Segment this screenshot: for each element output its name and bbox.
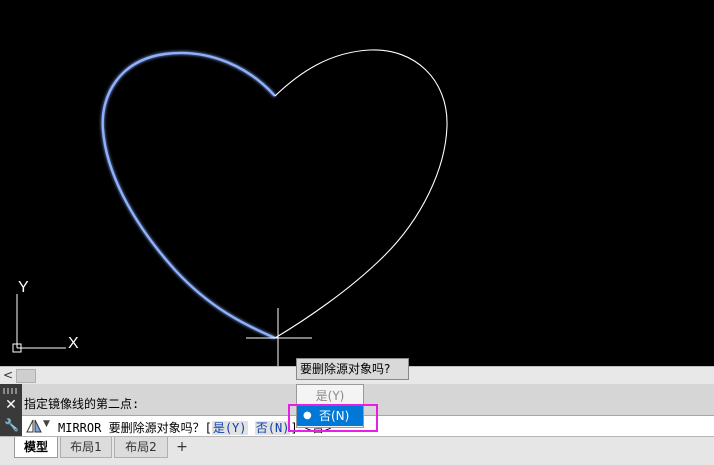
option-no[interactable]: 否(N) <box>254 421 291 435</box>
option-yes[interactable]: 是(Y) <box>211 421 248 435</box>
tab-layout2[interactable]: 布局2 <box>114 437 168 458</box>
command-history-line: 指定镜像线的第二点: <box>24 397 140 411</box>
menu-item-yes[interactable]: 是(Y) <box>297 386 363 406</box>
mirror-command-icon <box>26 419 42 433</box>
tab-model[interactable]: 模型 <box>14 437 58 458</box>
drawing-canvas[interactable]: Y X <box>0 0 714 366</box>
command-line-grip[interactable]: ✕ 🔧 <box>0 384 22 436</box>
command-prefix: MIRROR 要删除源对象吗？[ <box>58 421 212 435</box>
scroll-thumb[interactable] <box>16 369 36 383</box>
add-layout-button[interactable]: + <box>172 438 192 456</box>
option-no-label: 否( <box>255 421 275 435</box>
annotation-highlight-box <box>288 404 378 432</box>
drag-handle[interactable] <box>3 388 19 394</box>
tab-layout1[interactable]: 布局1 <box>60 437 112 458</box>
wrench-icon[interactable]: 🔧 <box>4 418 19 432</box>
ucs-x-label: X <box>68 335 79 352</box>
ucs-y-label: Y <box>18 279 29 296</box>
chevron-down-icon[interactable]: ▼ <box>43 419 50 429</box>
scroll-left-button[interactable]: < <box>2 367 14 384</box>
option-yes-label: 是( <box>212 421 233 435</box>
option-yes-end: ) <box>239 421 247 435</box>
dynamic-input-tooltip: 要删除源对象吗? <box>296 358 409 380</box>
ucs-icon: Y X <box>12 279 79 353</box>
layout-tabs: 模型 布局1 布局2 + <box>0 436 714 465</box>
heart-left-half[interactable] <box>101 51 276 340</box>
heart-right-half[interactable] <box>274 49 448 339</box>
drawing-svg[interactable]: Y X <box>0 0 714 366</box>
close-icon[interactable]: ✕ <box>4 398 18 412</box>
